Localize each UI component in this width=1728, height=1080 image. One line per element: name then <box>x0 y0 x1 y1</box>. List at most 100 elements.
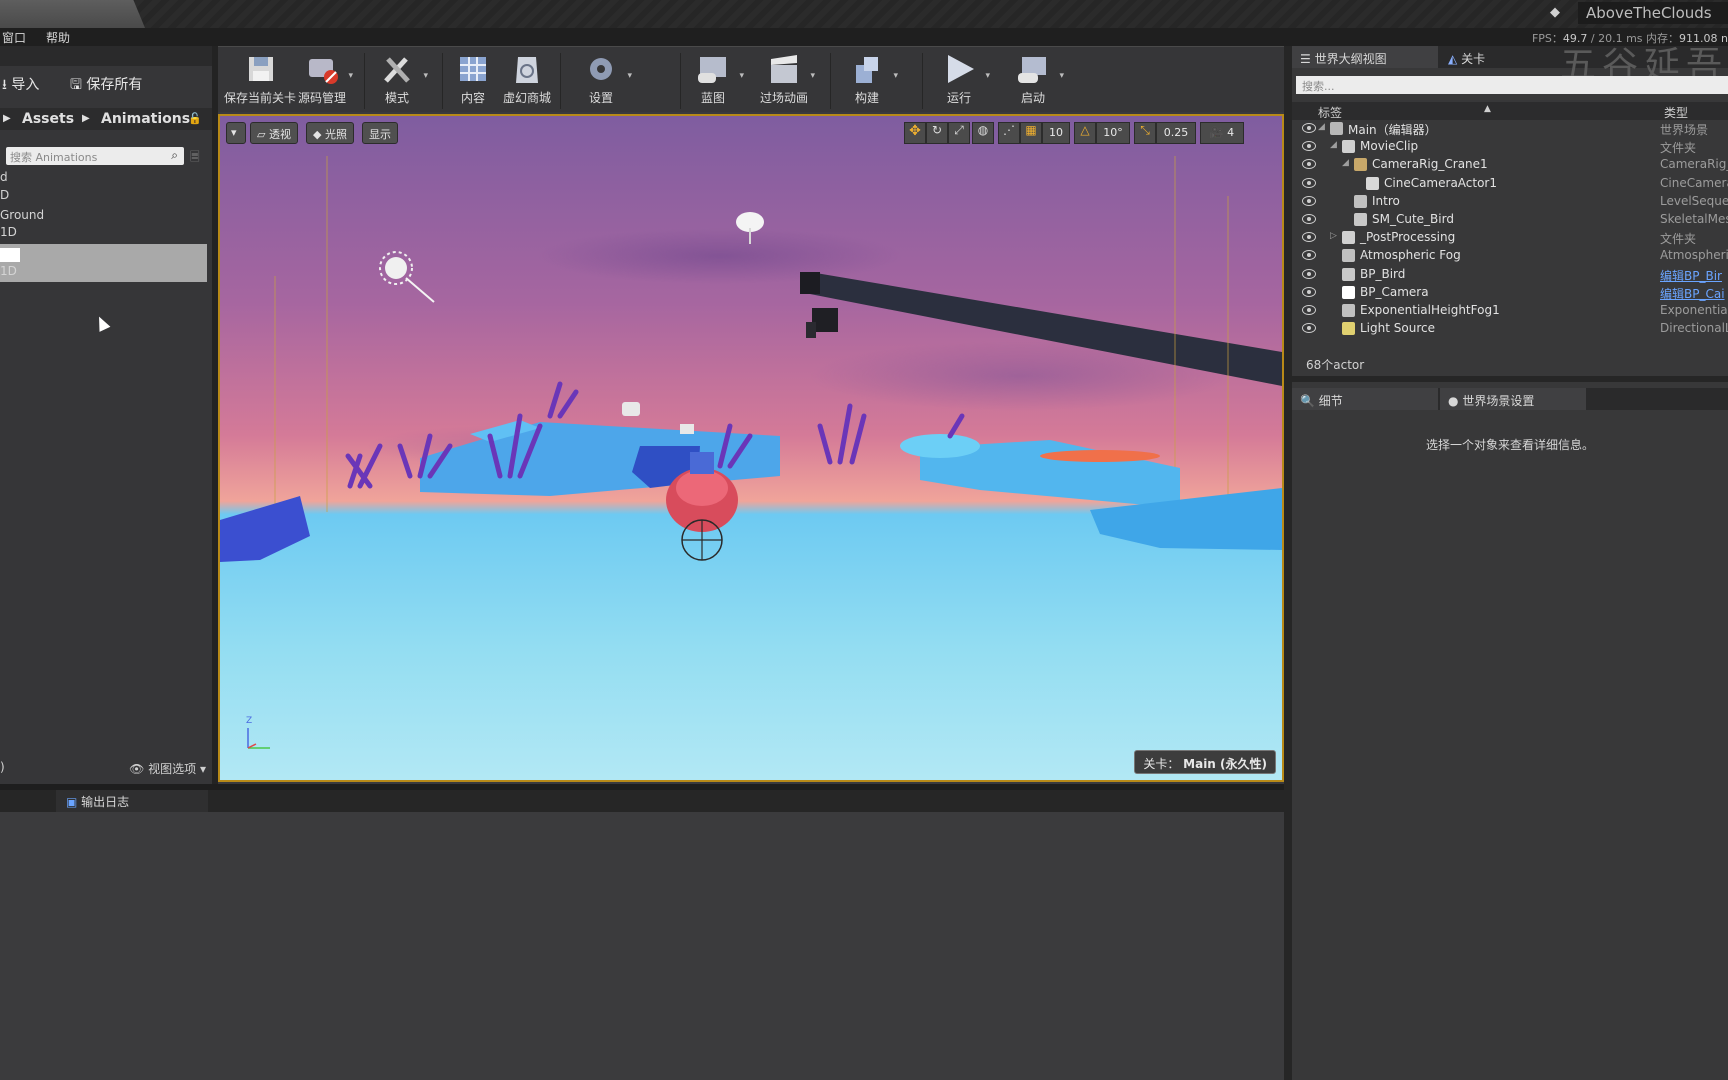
blueprints-button[interactable]: ▾ 蓝图 <box>696 51 744 106</box>
visibility-eye-icon[interactable] <box>1302 232 1316 243</box>
column-label[interactable]: 标签 <box>1318 104 1342 121</box>
outliner-row-label: SM_Cute_Bird <box>1372 212 1454 226</box>
sort-arrow-icon: ▲ <box>1484 104 1491 114</box>
outliner-row-type: 世界场景 <box>1660 123 1709 137</box>
surface-snap-icon[interactable]: ⋰ <box>998 122 1020 144</box>
tab-output-log[interactable]: ▣ 输出日志 <box>56 790 208 812</box>
outliner-row-type[interactable]: 编辑BP_Cai <box>1660 285 1728 302</box>
title-bar: ◆ AboveTheClouds <box>0 0 1728 28</box>
breadcrumb-assets[interactable]: Assets <box>22 111 74 127</box>
translate-tool-icon[interactable]: ✥ <box>904 122 926 144</box>
tab-levels[interactable]: ◭ 关卡 <box>1440 46 1530 68</box>
output-log-area[interactable] <box>0 812 1288 1080</box>
splitter[interactable] <box>1292 376 1728 382</box>
perspective-button[interactable]: ▱ 透视 <box>250 122 298 144</box>
play-button[interactable]: ▾ 运行 <box>942 51 990 106</box>
list-item[interactable]: Ground <box>0 208 44 222</box>
breadcrumb-animations[interactable]: Animations <box>101 111 190 127</box>
outliner-search-input[interactable]: 搜索... <box>1296 76 1728 94</box>
camera-speed-button[interactable]: 🎥 4 <box>1200 122 1244 144</box>
level-viewport[interactable]: ▾ ▱ 透视 ◆ 光照 显示 ✥ ↻ ⤢ ◍ ⋰ ▦ 10 △ 10° ⤡ 0.… <box>218 114 1284 782</box>
list-item[interactable]: d <box>0 170 8 184</box>
visibility-eye-icon[interactable] <box>1302 214 1316 224</box>
view-options-button[interactable]: 👁 视图选项 ▾ <box>129 760 206 777</box>
scale-tool-icon[interactable]: ⤢ <box>948 122 970 144</box>
rotation-snap-icon[interactable]: △ <box>1074 122 1096 144</box>
grid-snap-icon[interactable]: ▦ <box>1020 122 1042 144</box>
rotate-tool-icon[interactable]: ↻ <box>926 122 948 144</box>
show-button[interactable]: 显示 <box>362 122 398 144</box>
outliner-row[interactable]: ExponentialHeightFog1 Exponentiall <box>1292 302 1728 320</box>
modes-button[interactable]: ▾ 模式 <box>380 51 428 106</box>
visibility-eye-icon[interactable] <box>1302 123 1316 133</box>
bottom-panel: ▣ 输出日志 <box>0 790 1288 1080</box>
splitter[interactable] <box>1284 46 1292 1080</box>
project-name: AboveTheClouds <box>1578 2 1728 24</box>
content-grid-icon <box>456 51 490 87</box>
breadcrumb: ▶ Assets ▶ Animations 🔓 <box>0 108 212 130</box>
lit-button[interactable]: ◆ 光照 <box>306 122 354 144</box>
blueprint-icon: ▾ <box>696 51 744 87</box>
scale-snap-icon[interactable]: ⤡ <box>1134 122 1156 144</box>
tab-world-outliner[interactable]: ☰ 世界大纲视图 <box>1292 46 1438 68</box>
visibility-eye-icon[interactable] <box>1302 286 1316 297</box>
asset-search-input[interactable]: 搜索 Animations ⌕ <box>6 147 184 165</box>
outliner-row[interactable]: ◢ CameraRig_Crane1 CameraRig_ <box>1292 156 1728 174</box>
scene-render <box>220 156 1282 562</box>
expand-arrow-icon[interactable]: ◢ <box>1318 122 1325 132</box>
asset-count: ) <box>0 760 5 774</box>
outliner-row[interactable]: SM_Cute_Bird SkeletalMesl <box>1292 211 1728 229</box>
visibility-eye-icon[interactable] <box>1302 268 1316 279</box>
source-control-button[interactable]: ▾ 源码管理 <box>298 51 353 106</box>
outliner-row-label: BP_Bird <box>1360 266 1406 281</box>
expand-arrow-icon[interactable]: ◢ <box>1342 158 1349 168</box>
tab-world-settings[interactable]: ● 世界场景设置 <box>1440 388 1586 410</box>
outliner-row[interactable]: ◢ Main（编辑器） 世界场景 <box>1292 120 1728 138</box>
import-button[interactable]: ⭳ 导入 <box>2 74 39 98</box>
expand-arrow-icon[interactable]: ▷ <box>1330 231 1337 241</box>
visibility-eye-icon[interactable] <box>1302 323 1316 334</box>
content-button[interactable]: 内容 <box>456 51 490 106</box>
visibility-eye-icon[interactable] <box>1302 305 1316 315</box>
visibility-eye-icon[interactable] <box>1302 195 1316 206</box>
outliner-row[interactable]: ▷ _PostProcessing 文件夹 <box>1292 229 1728 247</box>
save-level-button[interactable]: 保存当前关卡 <box>224 51 296 106</box>
outliner-row[interactable]: ◢ MovieClip 文件夹 <box>1292 138 1728 156</box>
lock-icon[interactable]: 🔓 <box>188 112 202 125</box>
visibility-eye-icon[interactable] <box>1302 159 1316 170</box>
tab-blank[interactable] <box>0 790 54 812</box>
menu-window[interactable]: 窗口 <box>2 29 26 46</box>
visibility-eye-icon[interactable] <box>1302 141 1316 152</box>
selected-asset[interactable]: 1D <box>0 244 207 282</box>
outliner-row-type[interactable]: 编辑BP_Bir <box>1660 267 1728 284</box>
menu-help[interactable]: 帮助 <box>46 29 70 46</box>
outliner-row-label: BP_Camera <box>1360 284 1429 299</box>
list-item[interactable]: D <box>0 188 9 202</box>
launch-button[interactable]: ▾ 启动 <box>1016 51 1064 106</box>
build-button[interactable]: ▾ 构建 <box>850 51 898 106</box>
expand-arrow-icon[interactable]: ◢ <box>1330 140 1337 150</box>
list-item[interactable]: 1D <box>0 225 17 239</box>
outliner-row[interactable]: Atmospheric Fog Atmospheric <box>1292 247 1728 265</box>
viewport-options-button[interactable]: ▾ <box>226 122 246 144</box>
scale-snap-value[interactable]: 0.25 <box>1156 122 1196 144</box>
outliner-row[interactable]: CineCameraActor1 CineCamera <box>1292 175 1728 193</box>
visibility-eye-icon[interactable] <box>1302 177 1316 188</box>
outliner-row[interactable]: BP_Bird 编辑BP_Bir <box>1292 266 1728 284</box>
grid-snap-value[interactable]: 10 <box>1042 122 1070 144</box>
settings-button[interactable]: ▾ 设置 <box>584 51 632 106</box>
outliner-row[interactable]: Intro LevelSequen <box>1292 193 1728 211</box>
unreal-logo-icon: ◆ <box>1550 5 1560 20</box>
marketplace-button[interactable]: 虚幻商城 <box>503 51 551 106</box>
rotation-snap-value[interactable]: 10° <box>1096 122 1130 144</box>
visibility-eye-icon[interactable] <box>1302 250 1316 261</box>
save-all-button[interactable]: 🖫 保存所有 <box>70 74 142 98</box>
world-space-icon[interactable]: ◍ <box>972 122 994 144</box>
outliner-row[interactable]: Light Source DirectionalLi <box>1292 320 1728 338</box>
column-type[interactable]: 类型 <box>1664 104 1688 121</box>
level-tab[interactable] <box>0 0 145 28</box>
filter-save-icon[interactable]: 🗏 <box>190 148 200 169</box>
outliner-row[interactable]: BP_Camera 编辑BP_Cai <box>1292 284 1728 302</box>
cinematics-button[interactable]: ▾ 过场动画 <box>760 51 815 106</box>
tab-details[interactable]: 🔍 细节 <box>1292 388 1438 410</box>
